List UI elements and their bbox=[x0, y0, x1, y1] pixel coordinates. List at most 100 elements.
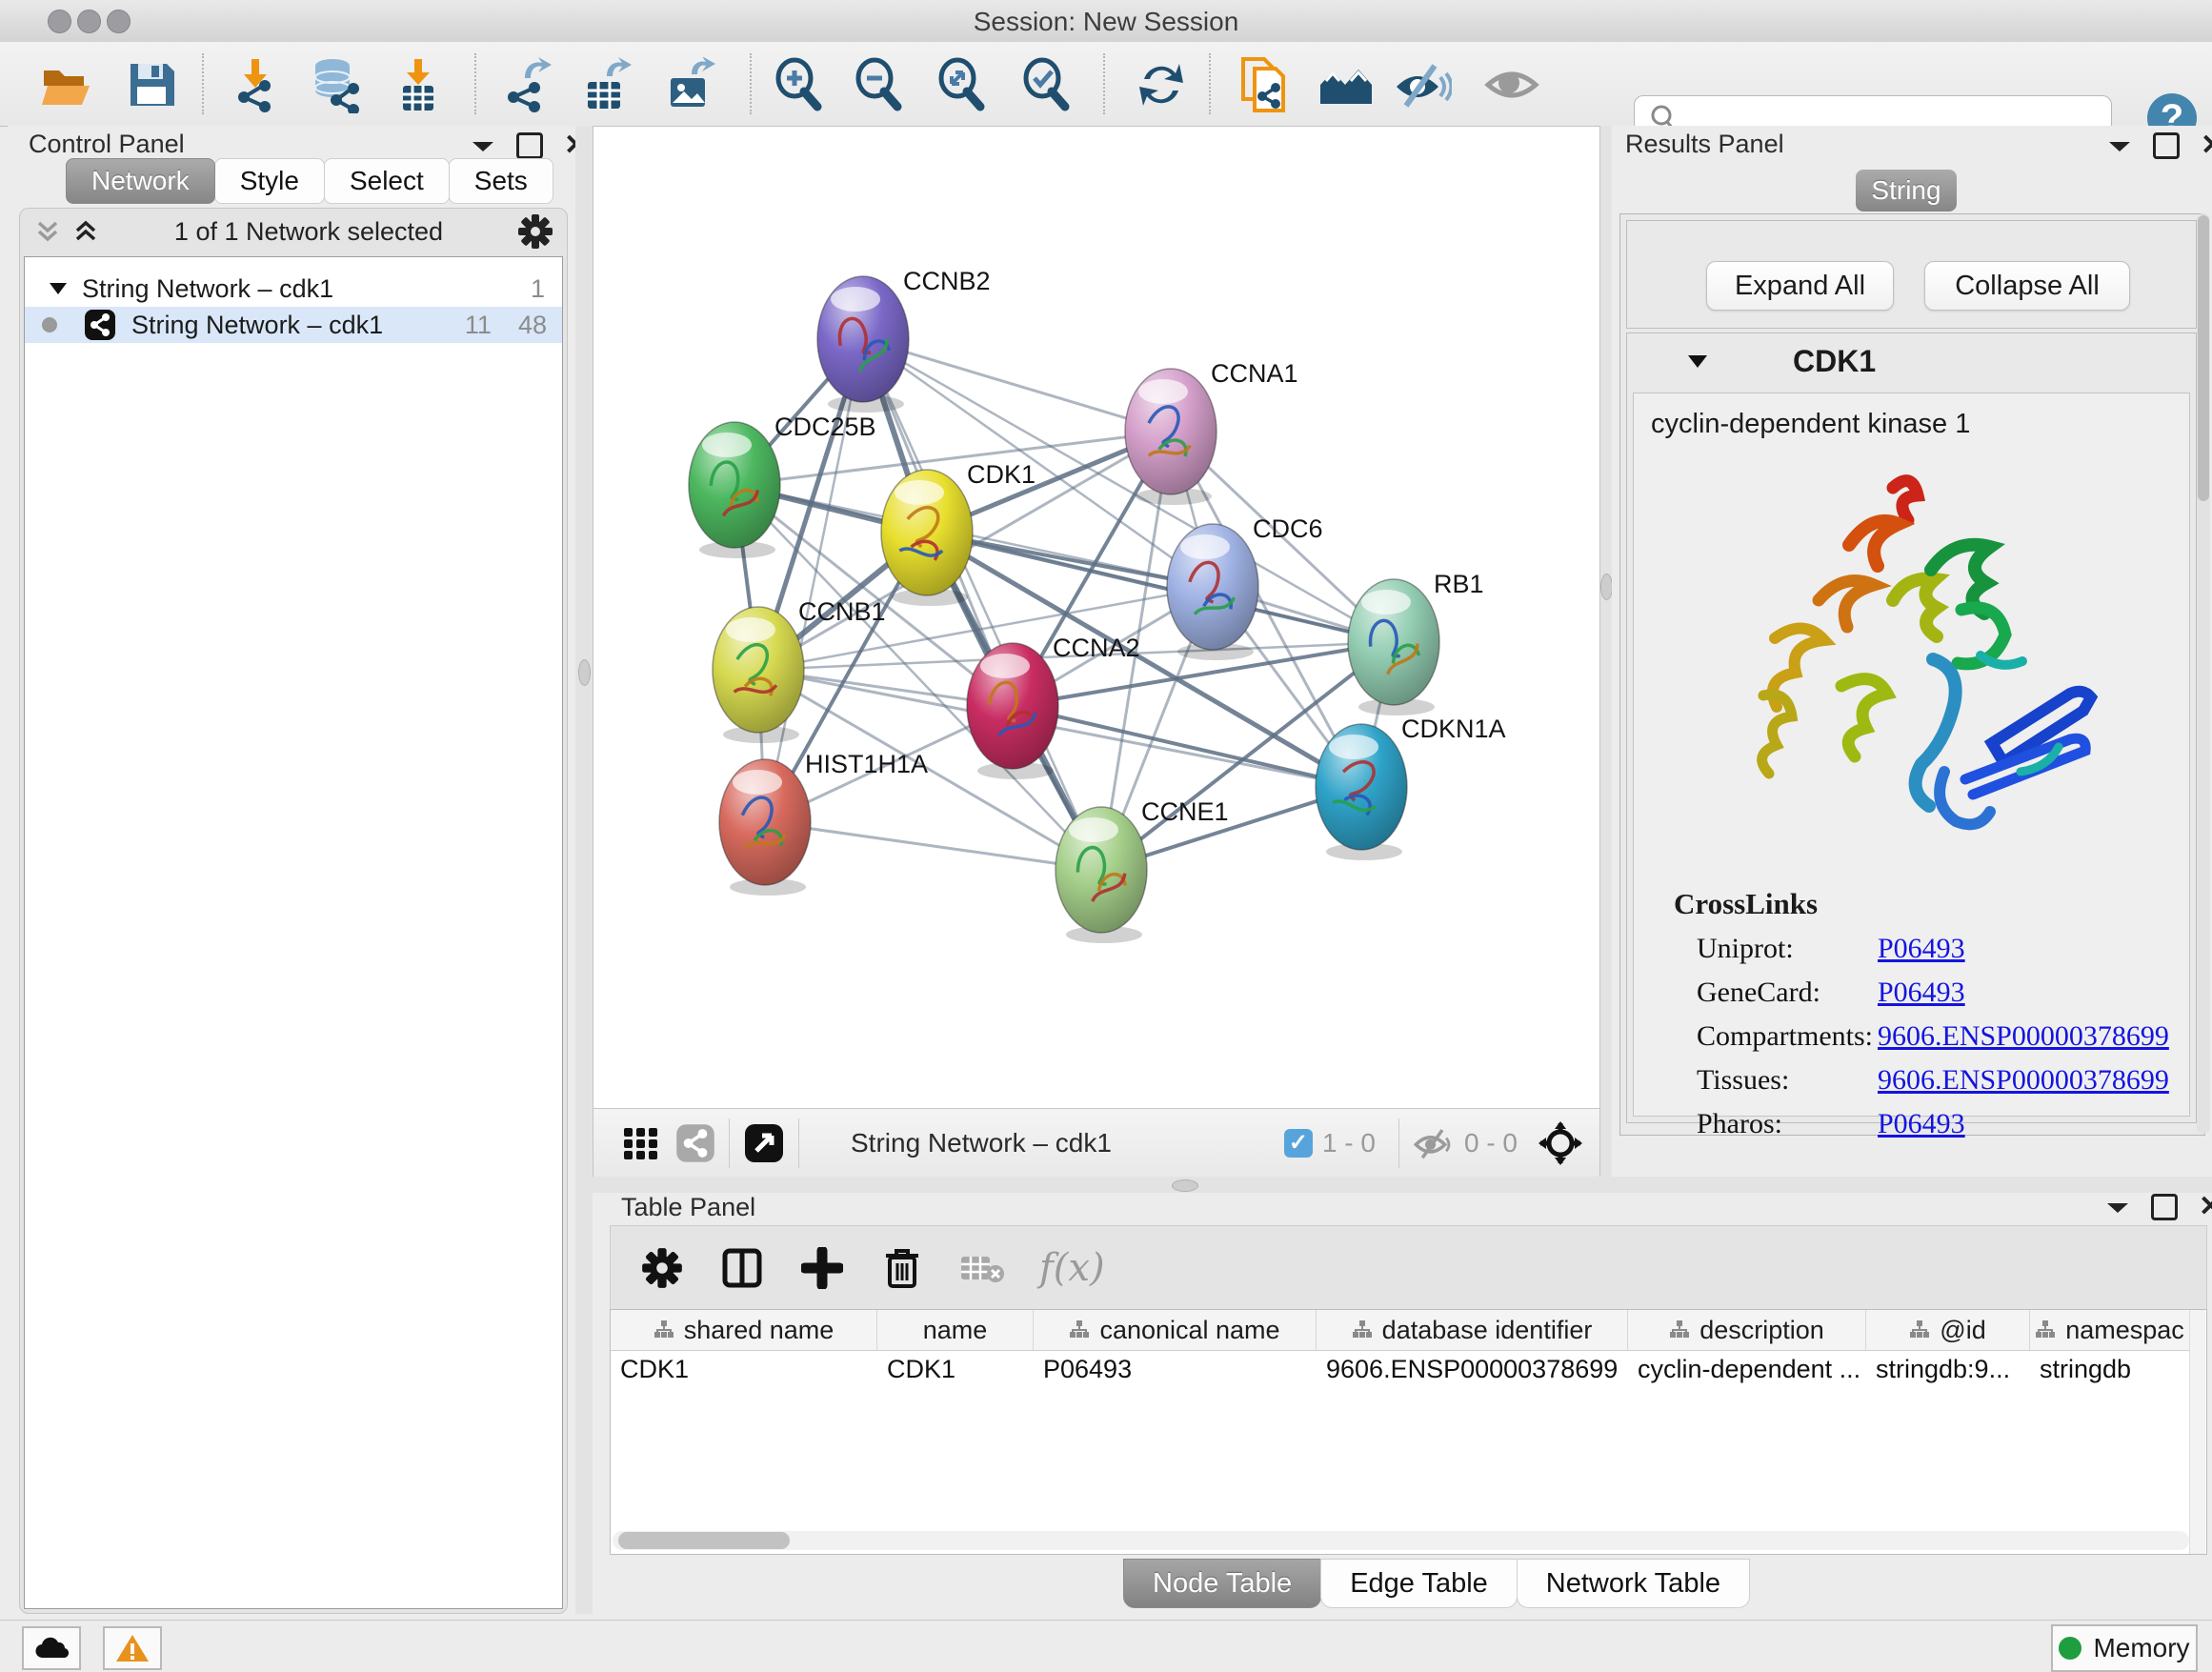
table-cell[interactable]: stringdb:9... bbox=[1866, 1350, 2030, 1388]
node-cdc6[interactable] bbox=[1167, 524, 1258, 660]
crosslink-link[interactable]: P06493 bbox=[1878, 933, 1965, 965]
hide-selected-button[interactable] bbox=[1393, 55, 1452, 114]
export-image-button[interactable] bbox=[661, 55, 720, 114]
column-header-name[interactable]: name bbox=[877, 1310, 1034, 1350]
table-horizontal-scrollbar[interactable] bbox=[613, 1531, 2189, 1550]
table-vertical-scrollbar[interactable] bbox=[2189, 1310, 2205, 1554]
node-cdkn1a[interactable] bbox=[1316, 724, 1407, 860]
zoom-selected-button[interactable] bbox=[1017, 55, 1076, 114]
add-column-button[interactable] bbox=[794, 1239, 851, 1297]
tab-edge-table[interactable]: Edge Table bbox=[1320, 1559, 1518, 1608]
table-cell[interactable]: cyclin-dependent ... bbox=[1628, 1350, 1866, 1388]
tab-select[interactable]: Select bbox=[324, 158, 450, 204]
table-cell[interactable]: CDK1 bbox=[611, 1350, 877, 1388]
panel-menu-icon[interactable] bbox=[2107, 138, 2132, 153]
zoom-in-button[interactable] bbox=[770, 55, 829, 114]
table-cell[interactable]: P06493 bbox=[1034, 1350, 1317, 1388]
edge-ccne1-hist1h1a[interactable] bbox=[765, 822, 1101, 870]
edge-ccnb2-ccna1[interactable] bbox=[863, 339, 1171, 432]
tab-node-table[interactable]: Node Table bbox=[1123, 1559, 1321, 1608]
zoom-fit-button[interactable] bbox=[933, 55, 992, 114]
export-table-button[interactable] bbox=[576, 55, 635, 114]
column-header-shared-name[interactable]: shared name bbox=[611, 1310, 877, 1350]
column-header-canonical-name[interactable]: canonical name bbox=[1034, 1310, 1317, 1350]
network-collection-row[interactable]: String Network – cdk1 1 bbox=[25, 271, 562, 307]
table-cell[interactable]: 9606.ENSP00000378699 bbox=[1317, 1350, 1628, 1388]
refresh-layout-button[interactable] bbox=[1132, 55, 1191, 114]
zoom-out-button[interactable] bbox=[850, 55, 909, 114]
column-header-description[interactable]: description bbox=[1628, 1310, 1866, 1350]
birds-eye-view-icon[interactable] bbox=[743, 1122, 785, 1164]
table-cell[interactable]: CDK1 bbox=[877, 1350, 1034, 1388]
tab-network[interactable]: Network bbox=[66, 158, 215, 204]
node-ccnb1[interactable] bbox=[713, 607, 804, 743]
section-collapse-icon[interactable] bbox=[1686, 353, 1709, 370]
tab-string[interactable]: String bbox=[1856, 170, 1957, 212]
crosslink-link[interactable]: 9606.ENSP00000378699 bbox=[1878, 1020, 2169, 1053]
show-columns-button[interactable] bbox=[714, 1239, 771, 1297]
crosslink-link[interactable]: 9606.ENSP00000378699 bbox=[1878, 1064, 2169, 1097]
panel-close-icon[interactable]: ✕ bbox=[2199, 1193, 2212, 1221]
first-neighbors-button[interactable] bbox=[1317, 55, 1376, 114]
network-view-mode-icon[interactable] bbox=[675, 1123, 715, 1163]
cdk1-section-header[interactable]: CDK1 bbox=[1627, 333, 2196, 389]
panel-menu-icon[interactable] bbox=[2105, 1199, 2130, 1215]
hidden-eye-icon[interactable] bbox=[1413, 1126, 1455, 1160]
network-view[interactable]: CCNB2CCNA1CDC25BCDK1CDC6RB1CCNB1CCNA2CDK… bbox=[593, 126, 1600, 1177]
open-file-button[interactable] bbox=[36, 55, 95, 114]
table-row[interactable]: CDK1CDK1P064939606.ENSP00000378699cyclin… bbox=[611, 1350, 2190, 1388]
panel-close-icon[interactable]: ✕ bbox=[2201, 131, 2212, 160]
edge-ccnb2-ccne1[interactable] bbox=[863, 339, 1101, 870]
results-scrollbar-thumb[interactable] bbox=[2198, 215, 2209, 501]
table-settings-button[interactable] bbox=[633, 1239, 691, 1297]
function-builder-button[interactable]: f(x) bbox=[1039, 1246, 1105, 1290]
panel-float-icon[interactable] bbox=[516, 132, 543, 159]
crosslink-link[interactable]: P06493 bbox=[1878, 977, 1965, 1009]
table-cell[interactable]: stringdb bbox=[2030, 1350, 2190, 1388]
network-graph[interactable]: CCNB2CCNA1CDC25BCDK1CDC6RB1CCNB1CCNA2CDK… bbox=[593, 127, 1601, 1108]
delete-table-button[interactable] bbox=[954, 1239, 1011, 1297]
column-header-namespac[interactable]: namespac bbox=[2030, 1310, 2190, 1350]
left-splitter[interactable] bbox=[575, 126, 593, 1614]
expand-all-button[interactable]: Expand All bbox=[1706, 261, 1894, 311]
tab-style[interactable]: Style bbox=[214, 158, 325, 204]
tree-expand-icon[interactable] bbox=[48, 280, 69, 297]
memory-button[interactable]: Memory bbox=[2051, 1624, 2198, 1672]
pan-crosshair-icon[interactable] bbox=[1538, 1121, 1582, 1165]
save-session-button[interactable] bbox=[122, 55, 181, 114]
node-cdk1[interactable] bbox=[881, 470, 973, 606]
panel-float-icon[interactable] bbox=[2151, 1194, 2178, 1220]
left-splitter-grip[interactable] bbox=[578, 659, 591, 686]
selected-checkbox-icon[interactable]: ✓ bbox=[1284, 1129, 1313, 1158]
right-splitter[interactable] bbox=[1600, 126, 1612, 1177]
node-hist1h1a[interactable] bbox=[719, 759, 811, 896]
crosslink-link[interactable]: P06493 bbox=[1878, 1108, 1965, 1140]
collapse-all-chevron-icon[interactable] bbox=[33, 217, 62, 246]
show-all-button[interactable] bbox=[1482, 55, 1541, 114]
node-cdc25b[interactable] bbox=[689, 422, 780, 558]
gear-icon[interactable] bbox=[517, 213, 553, 250]
tab-network-table[interactable]: Network Table bbox=[1517, 1559, 1750, 1608]
bottom-splitter[interactable] bbox=[593, 1177, 2212, 1193]
delete-column-button[interactable] bbox=[874, 1239, 931, 1297]
node-ccne1[interactable] bbox=[1056, 807, 1147, 943]
warning-button[interactable] bbox=[103, 1626, 162, 1670]
panel-menu-icon[interactable] bbox=[471, 138, 495, 153]
column-header-@id[interactable]: @id bbox=[1866, 1310, 2030, 1350]
node-rb1[interactable] bbox=[1348, 579, 1439, 715]
cloud-button[interactable] bbox=[22, 1626, 81, 1670]
network-row-selected[interactable]: String Network – cdk1 11 48 bbox=[25, 307, 562, 343]
panel-float-icon[interactable] bbox=[2153, 132, 2180, 159]
column-header-database-identifier[interactable]: database identifier bbox=[1317, 1310, 1628, 1350]
tab-sets[interactable]: Sets bbox=[449, 158, 553, 204]
import-table-button[interactable] bbox=[388, 55, 447, 114]
table-scrollbar-thumb[interactable] bbox=[618, 1532, 790, 1549]
import-network-database-button[interactable] bbox=[307, 55, 366, 114]
export-network-button[interactable] bbox=[496, 55, 555, 114]
import-network-button[interactable] bbox=[225, 55, 284, 114]
collapse-all-button[interactable]: Collapse All bbox=[1924, 261, 2130, 311]
duplicate-network-button[interactable] bbox=[1235, 55, 1294, 114]
results-scrollbar[interactable] bbox=[2197, 213, 2210, 1134]
node-ccnb2[interactable] bbox=[817, 276, 909, 413]
expand-all-chevron-icon[interactable] bbox=[71, 217, 100, 246]
